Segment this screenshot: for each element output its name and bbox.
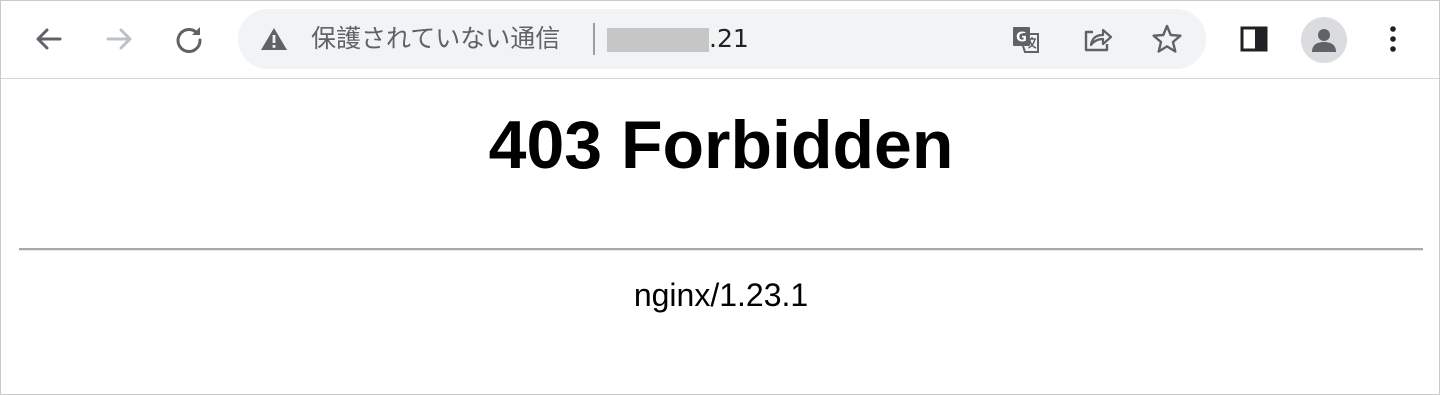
side-panel-button[interactable] [1234,19,1274,59]
reload-icon [176,27,202,53]
share-button[interactable] [1077,19,1117,59]
translate-button[interactable]: G [1006,19,1046,59]
server-signature: nginx/1.23.1 [633,277,809,313]
warning-triangle-icon[interactable] [260,27,288,51]
error-title: 403 Forbidden [488,107,954,183]
security-status-label[interactable]: 保護されていない通信 [311,23,560,55]
browser-toolbar: 保護されていない通信 .21 G [1,1,1439,79]
side-panel-icon [1240,26,1268,52]
share-icon [1084,28,1113,52]
kebab-menu-icon [1390,26,1396,52]
reload-button[interactable] [169,19,209,59]
star-icon [1152,24,1182,53]
address-bar[interactable]: 保護されていない通信 .21 G [238,9,1206,69]
browser-window: 保護されていない通信 .21 G 403 Forbidden nginx/1.2… [0,0,1440,395]
redacted-host [607,28,709,52]
person-icon [1312,29,1336,52]
translate-icon: G [1013,27,1039,53]
horizontal-rule [19,248,1423,251]
back-button[interactable] [29,19,69,59]
page-content: 403 Forbidden nginx/1.23.1 [1,79,1439,394]
svg-text:G: G [1016,31,1027,46]
profile-button[interactable] [1301,17,1347,63]
bookmark-button[interactable] [1147,19,1187,59]
arrow-left-icon [36,28,62,50]
arrow-right-icon [106,28,132,50]
url-text[interactable]: .21 [709,23,749,55]
forward-button[interactable] [99,19,139,59]
menu-button[interactable] [1373,19,1413,59]
url-separator [593,23,595,55]
